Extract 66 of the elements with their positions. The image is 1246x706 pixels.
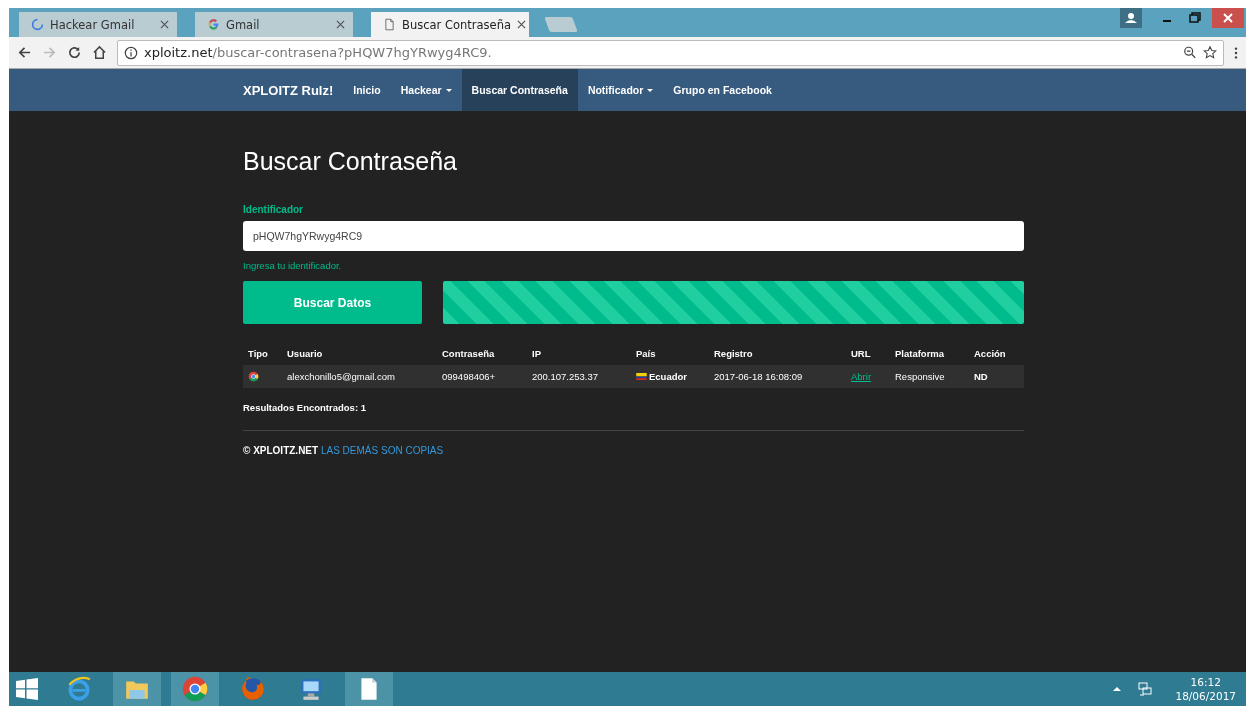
home-icon[interactable]	[92, 45, 107, 60]
results-count: Resultados Encontrados: 1	[243, 402, 367, 413]
computer-icon	[298, 676, 324, 702]
footer-link[interactable]: LAS DEMÁS SON COPIAS	[320, 445, 444, 456]
help-text: Ingresa tu identificador.	[243, 260, 343, 271]
back-arrow-icon[interactable]	[17, 45, 32, 60]
column-header: Tipo	[247, 347, 269, 361]
tab-title: Hackear Gmail	[50, 17, 136, 32]
site-brand[interactable]: XPLOITZ Rulz!	[243, 69, 334, 111]
info-icon	[124, 45, 138, 60]
column-header: Acción	[973, 347, 1007, 361]
show-hidden-icons-icon[interactable]	[1113, 686, 1122, 692]
star-icon[interactable]	[1203, 45, 1217, 60]
url-text: xploitz.net/buscar-contrasena?pHQW7hgYRwyg4RC9.	[144, 45, 492, 60]
column-header: IP	[531, 347, 542, 361]
close-icon[interactable]	[336, 20, 345, 29]
table-cell-text: alexchonillo5@gmail.com	[286, 370, 396, 384]
nav-link[interactable]: Inicio	[343, 69, 391, 111]
table-cell-text: ND	[973, 370, 989, 384]
nav-link[interactable]: Hackear	[390, 69, 462, 111]
column-header: Usuario	[286, 347, 324, 361]
address-field[interactable]: xploitz.net/buscar-contrasena?pHQW7hgYRwyg4RC9.	[117, 39, 1224, 66]
document-icon	[383, 18, 396, 31]
zoom-out-icon[interactable]	[1183, 45, 1197, 60]
google-icon	[207, 18, 220, 31]
footer-brand: © XPLOITZ.NET	[243, 445, 319, 456]
tab-title: Gmail	[226, 17, 261, 32]
close-icon[interactable]	[160, 20, 169, 29]
internet-explorer-icon	[66, 676, 92, 702]
browser-tab[interactable]: Hackear Gmail	[19, 12, 177, 37]
close-icon[interactable]	[516, 20, 526, 29]
loading-spinner-icon	[31, 18, 44, 31]
field-label: Identificador	[243, 204, 304, 215]
reload-icon[interactable]	[67, 45, 82, 60]
browser-tab[interactable]: Buscar Contraseña	[371, 12, 529, 37]
profile-icon[interactable]	[1120, 8, 1142, 28]
flag-icon	[636, 373, 647, 380]
table-cell-text: Responsive	[894, 370, 946, 384]
column-header: Registro	[713, 347, 754, 361]
page-title: Buscar Contraseña	[243, 147, 458, 176]
column-header: País	[635, 347, 657, 361]
nav-link[interactable]: Notificador	[577, 69, 664, 111]
clock-time: 16:12	[1190, 675, 1221, 689]
network-icon[interactable]	[1137, 681, 1154, 697]
table-cell-text: 2017-06-18 16:08:09	[713, 370, 804, 384]
table-cell-text: 200.107.253.37	[531, 370, 600, 384]
windows-start-icon[interactable]	[15, 677, 39, 701]
taskbar-app[interactable]	[345, 672, 393, 706]
close-icon[interactable]	[1212, 8, 1244, 28]
column-header: URL	[850, 347, 872, 361]
table-cell: Ecuador	[649, 371, 687, 382]
open-link[interactable]: Abrir	[851, 371, 872, 382]
browser-tab[interactable]: Gmail	[195, 12, 353, 37]
tab-title: Buscar Contraseña	[402, 17, 511, 32]
table-cell-text: 099498406+	[441, 370, 497, 384]
column-header: Contraseña	[441, 347, 496, 361]
chrome-icon	[182, 676, 208, 702]
menu-icon[interactable]	[1234, 45, 1238, 60]
nav-link[interactable]: Buscar Contraseña	[461, 69, 578, 111]
column-header: Plataforma	[894, 347, 946, 361]
clock-date: 18/06/2017	[1175, 689, 1236, 703]
identifier-field[interactable]: pHQW7hgYRwyg4RC9	[243, 221, 1024, 251]
firefox-icon	[240, 676, 266, 702]
taskbar-app[interactable]	[171, 672, 219, 706]
nav-link[interactable]: Grupo en Facebook	[663, 69, 782, 111]
chrome-icon	[248, 371, 259, 382]
